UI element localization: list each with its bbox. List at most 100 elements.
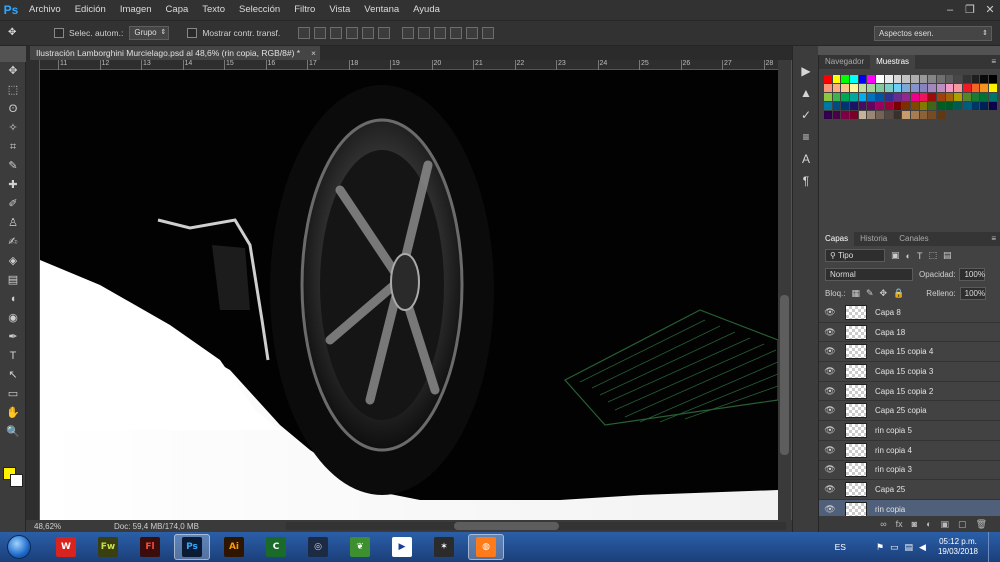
close-tab-icon[interactable]: × xyxy=(311,46,316,60)
brush-presets-icon[interactable]: ✓ xyxy=(793,104,819,126)
align-right-icon[interactable] xyxy=(378,27,391,39)
layer-style-icon[interactable]: fx xyxy=(896,519,903,529)
gradient-tool-icon[interactable]: ▤ xyxy=(0,271,26,290)
color-swatch[interactable] xyxy=(884,75,893,83)
visibility-eye-icon[interactable]: 👁 xyxy=(819,484,841,495)
menu-capa[interactable]: Capa xyxy=(159,0,196,20)
color-swatch[interactable] xyxy=(876,84,884,92)
color-swatch[interactable] xyxy=(824,102,832,110)
delete-layer-icon[interactable]: 🗑 xyxy=(976,519,987,530)
taskbar-app-button[interactable]: Fw xyxy=(90,534,126,560)
filter-pixel-icon[interactable]: ▣ xyxy=(891,250,900,261)
color-swatch[interactable] xyxy=(884,111,893,119)
history-brush-tool-icon[interactable]: ✍ xyxy=(0,233,26,252)
character-icon[interactable]: A xyxy=(793,148,819,170)
scroll-thumb[interactable] xyxy=(454,522,559,530)
color-swatch[interactable] xyxy=(945,84,954,92)
visibility-eye-icon[interactable]: 👁 xyxy=(819,307,841,318)
color-swatch[interactable] xyxy=(832,111,841,119)
color-swatch[interactable] xyxy=(989,102,997,110)
color-swatch[interactable] xyxy=(928,111,936,119)
color-swatch[interactable] xyxy=(963,102,971,110)
tab-historia[interactable]: Historia xyxy=(854,232,893,246)
align-left-icon[interactable] xyxy=(346,27,359,39)
visibility-eye-icon[interactable]: 👁 xyxy=(819,464,841,475)
clone-stamp-tool-icon[interactable]: ♙ xyxy=(0,214,26,233)
layer-row[interactable]: 👁 Capa 8 xyxy=(819,303,1000,323)
color-swatch[interactable] xyxy=(928,84,936,92)
layer-row[interactable]: 👁 Capa 25 xyxy=(819,480,1000,500)
taskbar-app-button[interactable]: C xyxy=(258,534,294,560)
blend-mode-dropdown[interactable]: Normal xyxy=(825,268,913,281)
menu-ayuda[interactable]: Ayuda xyxy=(406,0,447,20)
taskbar-app-button[interactable]: ❦ xyxy=(342,534,378,560)
menu-vista[interactable]: Vista xyxy=(322,0,357,20)
color-swatch[interactable] xyxy=(876,111,884,119)
visibility-eye-icon[interactable]: 👁 xyxy=(819,405,841,416)
color-swatch[interactable] xyxy=(841,75,850,83)
clock[interactable]: 05:12 p.m. 19/03/2018 xyxy=(938,537,978,557)
color-swatch[interactable] xyxy=(858,102,867,110)
color-swatch[interactable] xyxy=(858,93,867,101)
paragraph-icon[interactable]: ¶ xyxy=(793,170,819,192)
adjustments-icon[interactable]: ≡ xyxy=(793,126,819,148)
color-swatch[interactable] xyxy=(893,102,902,110)
color-swatch[interactable] xyxy=(867,84,876,92)
taskbar-app-button[interactable]: Ps xyxy=(174,534,210,560)
color-swatch[interactable] xyxy=(841,102,850,110)
show-transform-checkbox[interactable]: Mostrar contr. transf. xyxy=(187,28,280,38)
menu-edicion[interactable]: Edición xyxy=(68,0,113,20)
color-swatch[interactable] xyxy=(867,93,876,101)
background-color-swatch[interactable] xyxy=(10,474,23,487)
lock-pixels-icon[interactable]: ✎ xyxy=(866,288,874,299)
color-swatch[interactable] xyxy=(858,111,867,119)
color-swatch[interactable] xyxy=(971,102,980,110)
opacity-field[interactable]: 100% xyxy=(959,268,986,281)
color-swatch[interactable] xyxy=(954,84,962,92)
filter-smart-object-icon[interactable]: ▤ xyxy=(943,250,952,261)
new-layer-icon[interactable]: ▢ xyxy=(958,519,967,530)
color-swatch[interactable] xyxy=(893,93,902,101)
color-swatch[interactable] xyxy=(989,84,997,92)
color-swatch[interactable] xyxy=(902,111,910,119)
color-swatch[interactable] xyxy=(936,102,945,110)
network-icon[interactable]: ▤ xyxy=(905,542,914,553)
lock-position-icon[interactable]: ✥ xyxy=(880,288,888,299)
distribute-right-icon[interactable] xyxy=(482,27,495,39)
color-swatch[interactable] xyxy=(867,75,876,83)
color-swatch[interactable] xyxy=(945,93,954,101)
distribute-left-icon[interactable] xyxy=(450,27,463,39)
zoom-level[interactable]: 48,62% xyxy=(34,522,114,531)
color-swatch[interactable] xyxy=(971,93,980,101)
battery-icon[interactable]: ▭ xyxy=(890,542,899,553)
color-swatch[interactable] xyxy=(910,93,919,101)
marquee-tool-icon[interactable]: ⬚ xyxy=(0,81,26,100)
color-swatch[interactable] xyxy=(919,111,928,119)
color-swatch[interactable] xyxy=(910,102,919,110)
color-swatch[interactable] xyxy=(850,75,858,83)
adjustment-layer-icon[interactable]: ◐ xyxy=(926,519,931,529)
color-swatch[interactable] xyxy=(893,111,902,119)
color-swatch[interactable] xyxy=(989,75,997,83)
color-swatch[interactable] xyxy=(980,84,989,92)
align-bottom-icon[interactable] xyxy=(330,27,343,39)
color-swatch[interactable] xyxy=(919,102,928,110)
crop-tool-icon[interactable]: ⌗ xyxy=(0,138,26,157)
color-swatch[interactable] xyxy=(936,111,945,119)
menu-texto[interactable]: Texto xyxy=(195,0,232,20)
brush-tool-icon[interactable]: ✐ xyxy=(0,195,26,214)
color-swatch[interactable] xyxy=(876,102,884,110)
pen-tool-icon[interactable]: ✒ xyxy=(0,328,26,347)
color-swatch[interactable] xyxy=(824,84,832,92)
color-swatch[interactable] xyxy=(936,75,945,83)
play-actions-icon[interactable]: ▶ xyxy=(793,60,819,82)
filter-shape-icon[interactable]: ⬚ xyxy=(928,250,937,261)
eyedropper-tool-icon[interactable]: ✎ xyxy=(0,157,26,176)
color-swatch[interactable] xyxy=(893,84,902,92)
document-tab[interactable]: Ilustración Lamborghini Murcielago.psd a… xyxy=(30,46,320,60)
color-swatch[interactable] xyxy=(902,84,910,92)
distribute-bottom-icon[interactable] xyxy=(434,27,447,39)
color-swatch[interactable] xyxy=(928,93,936,101)
color-swatch[interactable] xyxy=(841,84,850,92)
color-swatch[interactable] xyxy=(989,93,997,101)
